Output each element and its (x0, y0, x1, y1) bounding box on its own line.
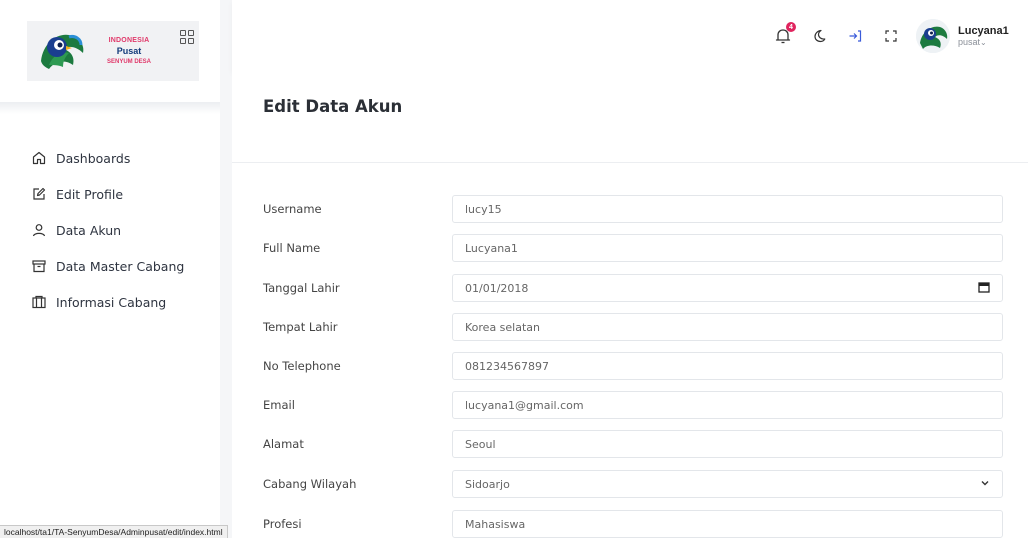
birth-date-input[interactable]: 01/01/2018 (452, 274, 1003, 302)
field-label: Tanggal Lahir (263, 281, 340, 295)
logo-line-2: Pusat (116, 45, 142, 56)
card-header: Edit Data Akun (232, 72, 1028, 163)
brand-logo[interactable]: INDONESIA Pusat SENYUM DESA (27, 21, 199, 81)
logout-button[interactable] (844, 25, 866, 47)
sidebar-item-dashboards[interactable]: Dashboards (0, 140, 220, 176)
logo-text: INDONESIA Pusat SENYUM DESA (107, 35, 151, 68)
edit-account-card: Edit Data Akun Username lucy15 Full Name… (232, 72, 1028, 538)
sidebar-item-informasi-cabang[interactable]: Informasi Cabang (0, 284, 220, 320)
avatar[interactable] (916, 19, 950, 53)
sidebar-item-data-akun[interactable]: Data Akun (0, 212, 220, 248)
field-label: Username (263, 202, 322, 216)
calendar-icon[interactable] (978, 281, 990, 296)
username-input[interactable]: lucy15 (452, 195, 1003, 223)
sidebar-nav: Dashboards Edit Profile Data Akun Data M… (0, 140, 220, 320)
phone-input[interactable]: 081234567897 (452, 352, 1003, 380)
profession-input[interactable]: Mahasiswa (452, 510, 1003, 538)
form-row-email: Email lucyana1@gmail.com (263, 385, 1003, 425)
form-row-cabang-wilayah: Cabang Wilayah Sidoarjo (263, 464, 1003, 504)
branch-region-select[interactable]: Sidoarjo (452, 470, 1003, 498)
form-row-tanggal-lahir: Tanggal Lahir 01/01/2018 (263, 268, 1003, 308)
form-row-full-name: Full Name Lucyana1 (263, 228, 1003, 268)
field-label: Email (263, 398, 295, 412)
field-label: Cabang Wilayah (263, 477, 357, 491)
fullscreen-icon (885, 30, 897, 42)
field-label: Profesi (263, 517, 302, 531)
sidebar-item-label: Dashboards (56, 150, 131, 166)
chevron-down-icon: ⌄ (980, 38, 987, 47)
form-row-username: Username lucy15 (263, 189, 1003, 229)
logo-line-1: INDONESIA (108, 36, 150, 44)
fullscreen-button[interactable] (880, 25, 902, 47)
sidebar-item-label: Data Akun (56, 222, 122, 238)
chevron-down-icon (980, 478, 990, 491)
logout-icon (849, 30, 862, 42)
apps-grid-icon[interactable] (180, 30, 194, 44)
edit-icon (31, 186, 47, 202)
dark-mode-toggle[interactable] (808, 25, 830, 47)
address-input[interactable]: Seoul (452, 430, 1003, 458)
building-icon (31, 294, 47, 310)
sidebar-item-label: Edit Profile (56, 186, 124, 202)
page-title: Edit Data Akun (263, 97, 403, 116)
user-name: Lucyana1 (958, 25, 1009, 37)
form-row-alamat: Alamat Seoul (263, 424, 1003, 464)
field-label: Alamat (263, 437, 304, 451)
birth-place-input[interactable]: Korea selatan (452, 313, 1003, 341)
form-row-no-telephone: No Telephone 081234567897 (263, 346, 1003, 386)
user-icon (31, 222, 47, 238)
user-role: pusat⌄ (958, 37, 987, 47)
top-navbar: 4 Lucyana1 pusat⌄ (232, 0, 1028, 72)
logo-line-3: SENYUM DESA (107, 58, 152, 65)
notification-badge: 4 (786, 22, 796, 32)
full-name-input[interactable]: Lucyana1 (452, 234, 1003, 262)
topbar-actions: 4 Lucyana1 pusat⌄ (772, 0, 1028, 72)
field-label: No Telephone (263, 359, 341, 373)
sidebar-item-data-master-cabang[interactable]: Data Master Cabang (0, 248, 220, 284)
email-field[interactable]: lucyana1@gmail.com (452, 391, 1003, 419)
sidebar-item-label: Informasi Cabang (56, 294, 167, 310)
notification-bell-button[interactable]: 4 (772, 22, 796, 47)
sidebar-divider (0, 102, 220, 114)
field-label: Tempat Lahir (263, 320, 338, 334)
archive-icon (31, 258, 47, 274)
moon-icon (814, 29, 826, 43)
sidebar-logo-area: INDONESIA Pusat SENYUM DESA (0, 0, 220, 102)
sidebar-item-label: Data Master Cabang (56, 258, 185, 274)
sidebar: INDONESIA Pusat SENYUM DESA Dashboards E… (0, 0, 220, 538)
field-label: Full Name (263, 241, 321, 255)
sidebar-item-edit-profile[interactable]: Edit Profile (0, 176, 220, 212)
form-row-profesi: Profesi Mahasiswa (263, 504, 1003, 538)
form-row-tempat-lahir: Tempat Lahir Korea selatan (263, 307, 1003, 347)
home-icon (31, 150, 47, 166)
user-menu[interactable]: Lucyana1 pusat⌄ (958, 25, 1028, 47)
peacock-logo-icon (35, 25, 87, 77)
status-bar-url: localhost/ta1/TA-SenyumDesa/Adminpusat/e… (0, 525, 228, 538)
